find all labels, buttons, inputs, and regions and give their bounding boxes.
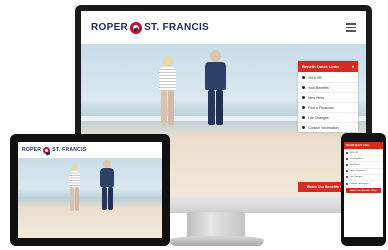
desktop-navbar: ROPER ST. FRANCIS [81, 11, 366, 44]
heart-icon [346, 176, 348, 179]
hamburger-menu-icon[interactable] [346, 23, 356, 32]
phone-quick-links-header[interactable]: Benefit Quick Links [344, 142, 383, 149]
logo-icon [130, 21, 143, 34]
tablet-device: ROPER ST. FRANCIS [10, 134, 170, 246]
quick-link-2018-vb[interactable]: 2018 VB [298, 72, 358, 82]
tablet-screen: ROPER ST. FRANCIS [18, 142, 162, 238]
device-mockup: ROPER ST. FRANCIS Benefit Quick Links ▾ … [0, 0, 388, 250]
brand-name: ROPER [91, 22, 129, 33]
user-icon [302, 96, 305, 99]
chart-icon [346, 151, 348, 154]
logo-icon [43, 146, 51, 154]
tablet-hero-image [18, 158, 162, 238]
quick-link-your-benefits[interactable]: Your Benefits [298, 82, 358, 92]
quick-link-new-hires[interactable]: New Hires [298, 92, 358, 102]
brand-name-suffix: ST. FRANCIS [144, 22, 210, 33]
contact-icon [302, 126, 305, 129]
tablet-navbar: ROPER ST. FRANCIS [18, 142, 162, 158]
benefit-quick-links-panel: Benefit Quick Links ▾ 2018 VB Your Benef… [298, 61, 358, 132]
chart-icon [302, 76, 305, 79]
phone-screen: Benefit Quick Links 2018 VB Your Benefit… [344, 142, 383, 237]
brand-name-suffix: ST. FRANCIS [52, 147, 87, 153]
star-icon [346, 157, 348, 160]
monitor-stand-neck [187, 212, 245, 238]
watch-benefits-video-button[interactable]: Watch Our Benefits Video [346, 188, 381, 194]
stethoscope-icon [302, 106, 305, 109]
star-icon [302, 86, 305, 89]
heart-icon [302, 116, 305, 119]
stethoscope-icon [346, 170, 348, 173]
quick-link-contact-info[interactable]: Contact Information [298, 122, 358, 132]
quick-links-header[interactable]: Benefit Quick Links ▾ [298, 61, 358, 72]
contact-icon [346, 182, 348, 185]
monitor-stand-base [170, 236, 264, 246]
quick-link-life-changes[interactable]: Life Changes [298, 112, 358, 122]
user-icon [346, 163, 348, 166]
tablet-brand-logo[interactable]: ROPER ST. FRANCIS [22, 146, 87, 154]
brand-name: ROPER [22, 147, 42, 153]
chevron-down-icon: ▾ [351, 64, 354, 69]
quick-link-contact-info[interactable]: Contact Information [344, 179, 383, 186]
phone-device: Benefit Quick Links 2018 VB Your Benefit… [341, 133, 386, 246]
quick-link-find-physician[interactable]: Find a Physician [298, 102, 358, 112]
brand-logo[interactable]: ROPER ST. FRANCIS [91, 21, 210, 34]
